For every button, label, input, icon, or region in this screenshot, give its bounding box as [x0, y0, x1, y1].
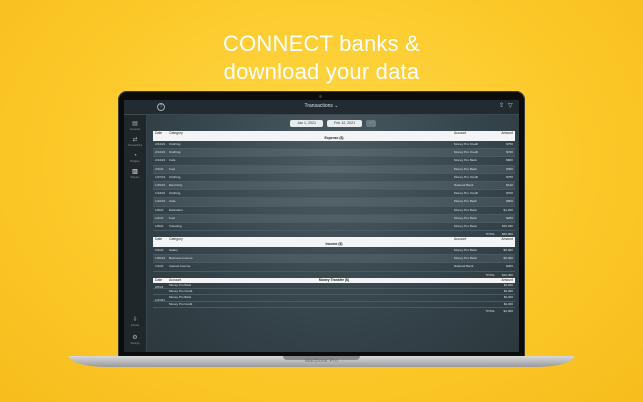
- headline-line-1: CONNECT banks &: [223, 31, 420, 56]
- table-row[interactable]: 2/1/21 Salary Money Pro Bank $5,000: [153, 247, 515, 256]
- accounts-icon: ▤: [132, 121, 138, 127]
- table-row[interactable]: 1/20/21 Business Income Money Pro Bank $5,0…: [153, 255, 515, 264]
- sidebar: ▤ Accounts ⇄ Transactions ◔ Budgets ▥ Re…: [124, 115, 147, 352]
- date-from-button[interactable]: Jan 1, 2021: [290, 120, 323, 127]
- sidebar-item-accounts[interactable]: ▤ Accounts: [126, 121, 144, 135]
- table-row[interactable]: 1/5/21 Traveling Money Pro Bank $15,330: [153, 223, 515, 232]
- transfer-total: TOTAL $4,000: [485, 309, 513, 314]
- headline: CONNECT banks & download your data: [0, 30, 643, 86]
- column-header: Date Category Account Amount: [153, 131, 515, 136]
- table-row[interactable]: 1/13/21 Clothing Money Pro Credit $700: [153, 190, 515, 199]
- filter-icon[interactable]: ▽: [508, 103, 514, 110]
- budgets-icon: ◔: [133, 153, 137, 159]
- table-row[interactable]: 2/1/21 Fuel Money Pro Bank $300: [153, 165, 515, 174]
- date-to-button[interactable]: Feb 12, 2021: [327, 120, 363, 127]
- camera-icon: [319, 95, 322, 98]
- table-row[interactable]: 1/15/21 Electricity National Bank $120: [153, 181, 515, 191]
- share-icon[interactable]: ⇪: [499, 103, 505, 110]
- table-row[interactable]: 1/1/21 Fuel Money Pro Bank $250: [153, 214, 515, 223]
- date-options-button[interactable]: ···: [366, 120, 376, 127]
- sidebar-item-settings[interactable]: ⚙ Settings: [126, 335, 144, 349]
- sidebar-item-imports[interactable]: ⇩ Imports: [126, 317, 144, 331]
- table-row[interactable]: 1/6/21 Education Money Pro Bank $1,200: [153, 207, 515, 215]
- sidebar-item-transactions[interactable]: ⇄ Transactions: [126, 137, 144, 151]
- view-title-dropdown[interactable]: Transactions ⌄: [124, 103, 519, 109]
- laptop-lid: ? Transactions ⌄ ⇪ ▽ ▤ Accounts ⇄ Transa…: [118, 91, 525, 358]
- sidebar-item-budgets[interactable]: ◔ Budgets: [126, 153, 144, 167]
- laptop-brand-label: MacBook Pro: [304, 358, 339, 364]
- table-row[interactable]: 2/14/21 Clothing Money Pro Credit $700: [153, 149, 515, 158]
- report-content: Jan 1, 2021 Feb 12, 2021 ··· Date Category…: [147, 115, 519, 352]
- date-range-bar: Jan 1, 2021 Feb 12, 2021 ···: [147, 120, 519, 128]
- imports-icon: ⇩: [132, 317, 138, 323]
- table-row[interactable]: 2/14/21 Clothing Money Pro Credit $750: [153, 141, 515, 150]
- reports-icon: ▥: [132, 169, 138, 175]
- title-bar: ? Transactions ⌄ ⇪ ▽: [124, 100, 519, 115]
- table-row[interactable]: 2/14/21 Cafe Money Pro Bank $800: [153, 157, 515, 166]
- report-table: Date Category Account Amount Expense ($)…: [153, 131, 515, 314]
- headline-line-2: download your data: [223, 59, 420, 84]
- app-window: ? Transactions ⌄ ⇪ ▽ ▤ Accounts ⇄ Transa…: [124, 100, 519, 352]
- sidebar-item-reports[interactable]: ▥ Reports: [126, 169, 144, 183]
- table-row[interactable]: 1/1/21 Interest Income National Bank $400: [153, 263, 515, 272]
- column-header: Date Category Account Amount: [153, 237, 515, 243]
- settings-icon: ⚙: [132, 335, 138, 341]
- table-row[interactable]: 1/27/21 Clothing Money Pro Credit $750: [153, 174, 515, 182]
- transactions-icon: ⇄: [132, 137, 138, 143]
- table-row[interactable]: 1/10/21 Cafe Money Pro Bank $800: [153, 198, 515, 207]
